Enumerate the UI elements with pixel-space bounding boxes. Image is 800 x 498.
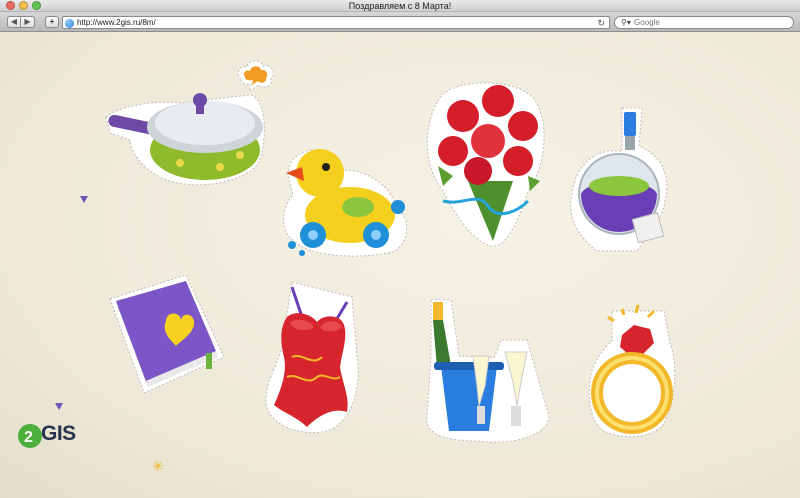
decor-star-icon: ✳ bbox=[152, 458, 164, 474]
rose-bouquet-sticker[interactable] bbox=[418, 71, 552, 251]
diary-book-sticker[interactable] bbox=[106, 271, 230, 397]
decor-triangle-1 bbox=[80, 196, 88, 203]
svg-text:2: 2 bbox=[24, 429, 33, 446]
champagne-bucket-sticker[interactable] bbox=[419, 296, 551, 446]
2gis-logo[interactable]: 2 GIS bbox=[17, 421, 87, 451]
address-bar[interactable]: http://www.2gis.ru/8m/ ↻ bbox=[62, 16, 610, 29]
page-canvas: ✳ 2 GIS bbox=[0, 33, 800, 498]
decor-triangle-2 bbox=[55, 403, 63, 410]
diamond-ring-sticker[interactable] bbox=[584, 303, 678, 443]
logo-text: GIS bbox=[41, 422, 76, 445]
url-text[interactable]: http://www.2gis.ru/8m/ bbox=[77, 17, 156, 29]
title-bar: Поздравляем с 8 Марта! bbox=[0, 0, 800, 12]
steam-cloud-sticker bbox=[235, 57, 277, 95]
forward-button[interactable]: ▶ bbox=[21, 16, 35, 28]
browser-toolbar: ◀ ▶ + http://www.2gis.ru/8m/ ↻ ⚲▾ bbox=[0, 12, 800, 32]
perfume-bottle-sticker[interactable] bbox=[567, 106, 671, 256]
window-title: Поздравляем с 8 Марта! bbox=[348, 1, 452, 11]
search-field[interactable]: ⚲▾ bbox=[614, 16, 794, 29]
rubber-duck-sticker[interactable] bbox=[278, 135, 413, 260]
red-corset-sticker[interactable] bbox=[262, 277, 364, 437]
back-button[interactable]: ◀ bbox=[7, 16, 21, 28]
reload-icon[interactable]: ↻ bbox=[597, 17, 605, 29]
search-input[interactable] bbox=[615, 17, 793, 28]
2gis-logo-mark-icon: 2 bbox=[18, 424, 42, 448]
add-bookmark-button[interactable]: + bbox=[45, 16, 59, 28]
site-favicon-icon bbox=[65, 18, 74, 28]
